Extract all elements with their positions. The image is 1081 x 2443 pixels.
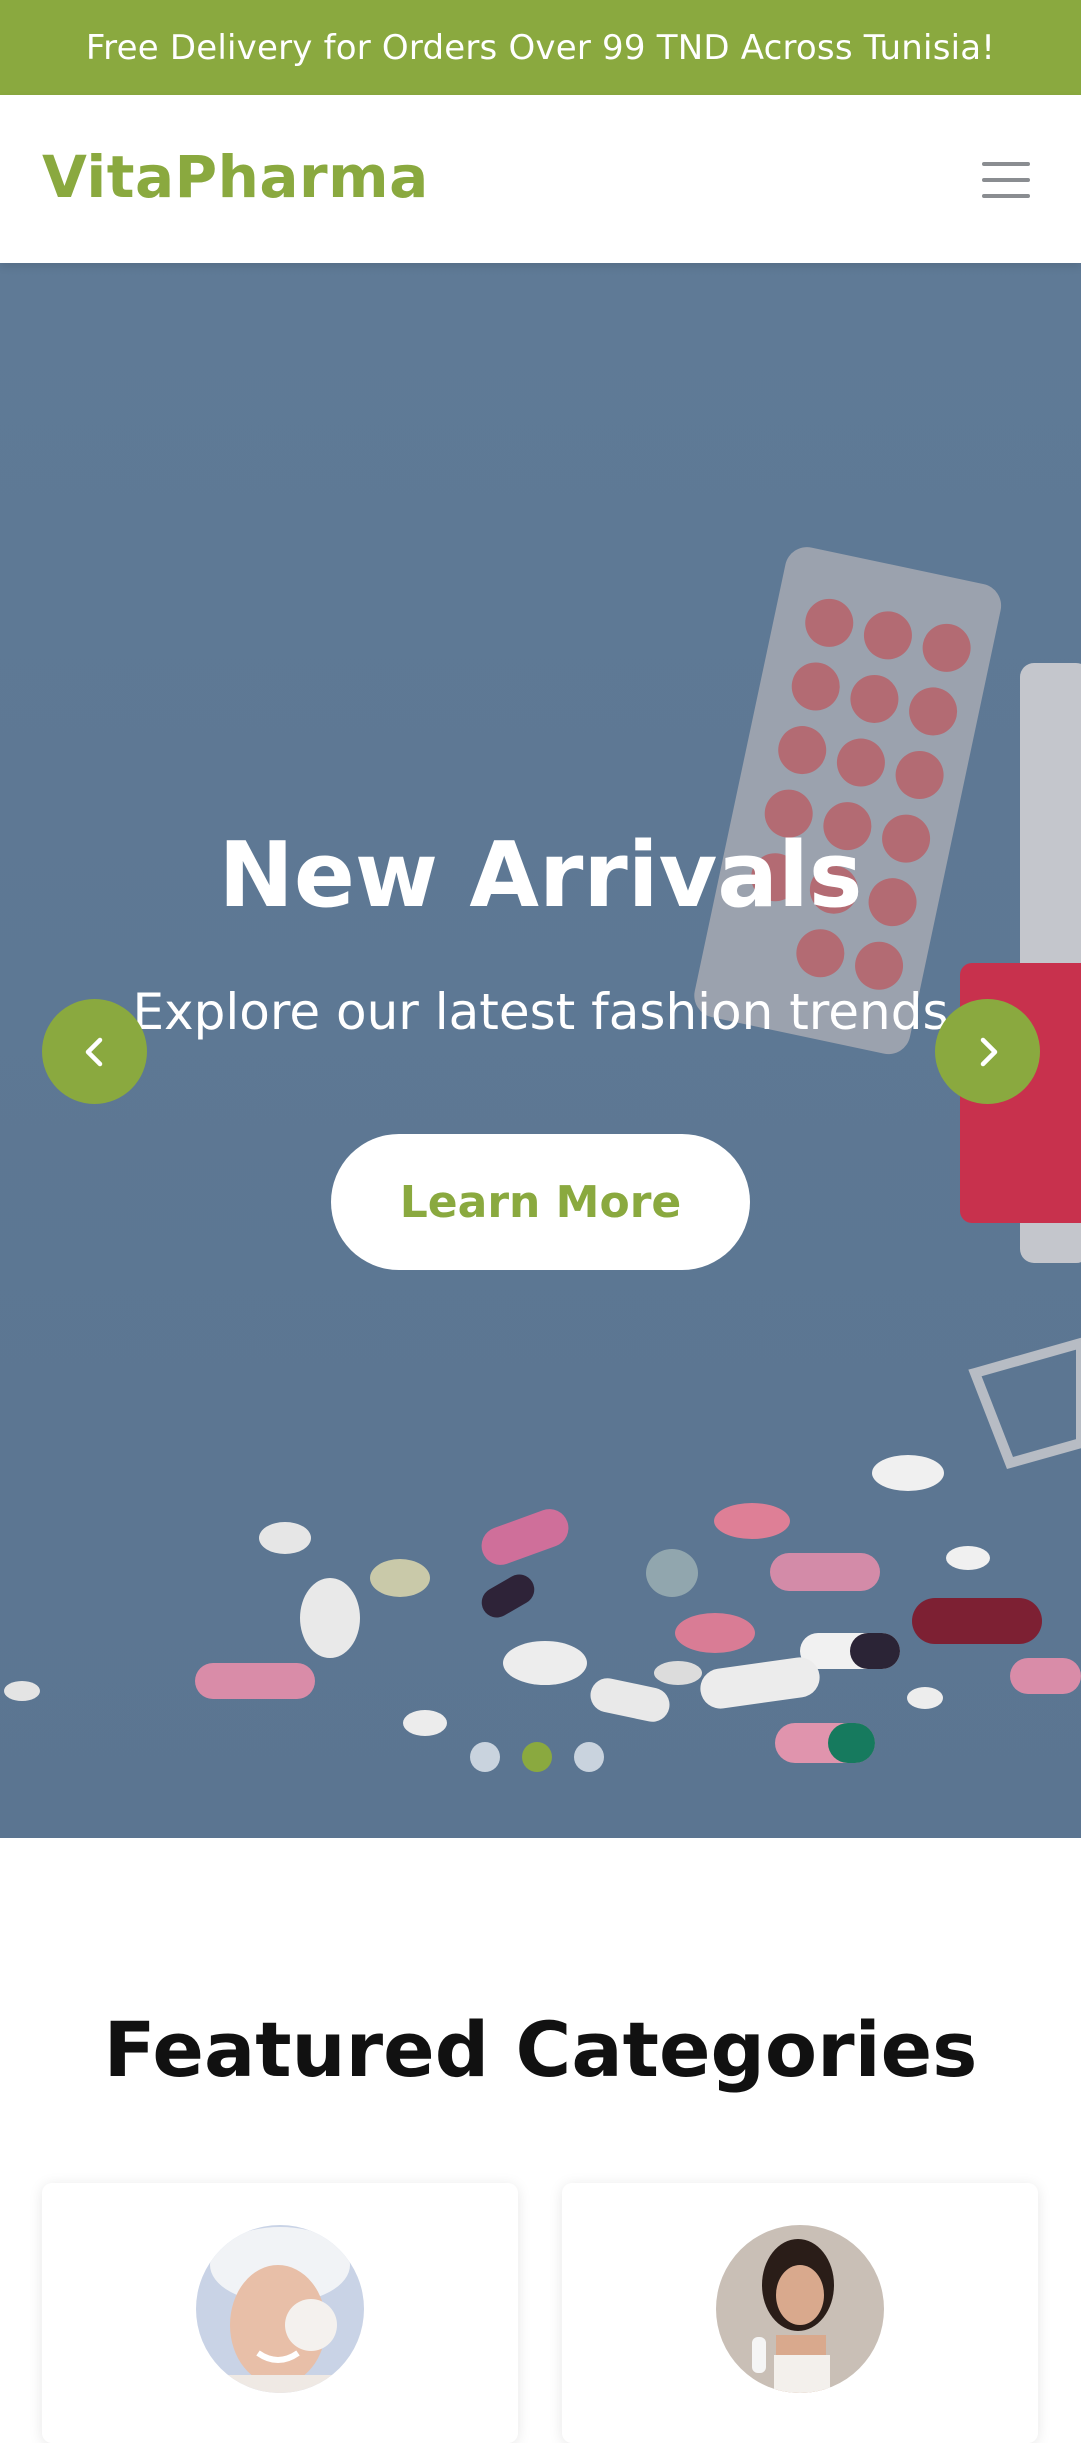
carousel-indicators <box>470 1742 604 1772</box>
featured-categories-title: Featured Categories <box>103 2005 978 2094</box>
hero-carousel: New Arrivals Explore our latest fashion … <box>0 263 1081 1838</box>
hero-subtitle: Explore our latest fashion trends <box>132 983 949 1041</box>
chevron-right-icon <box>980 1037 997 1066</box>
carousel-next-button[interactable] <box>935 999 1040 1104</box>
category-card-bodycare[interactable] <box>562 2183 1038 2443</box>
carousel-dot-3[interactable] <box>574 1742 604 1772</box>
brand-logo[interactable]: VitaPharma <box>42 143 429 211</box>
carousel-dot-1[interactable] <box>470 1742 500 1772</box>
category-card-skincare[interactable] <box>42 2183 518 2443</box>
carousel-prev-button[interactable] <box>42 999 147 1104</box>
announcement-text: Free Delivery for Orders Over 99 TND Acr… <box>85 27 996 68</box>
hero-background-image <box>0 263 1081 1838</box>
category-image <box>716 2225 884 2393</box>
learn-more-button[interactable]: Learn More <box>331 1134 750 1270</box>
hero-title: New Arrivals <box>218 823 863 928</box>
hamburger-menu-icon[interactable] <box>976 150 1036 210</box>
navbar: VitaPharma <box>0 95 1081 263</box>
category-image <box>196 2225 364 2393</box>
announcement-bar: Free Delivery for Orders Over 99 TND Acr… <box>0 0 1081 95</box>
carousel-dot-2[interactable] <box>522 1742 552 1772</box>
chevron-left-icon <box>85 1037 102 1066</box>
